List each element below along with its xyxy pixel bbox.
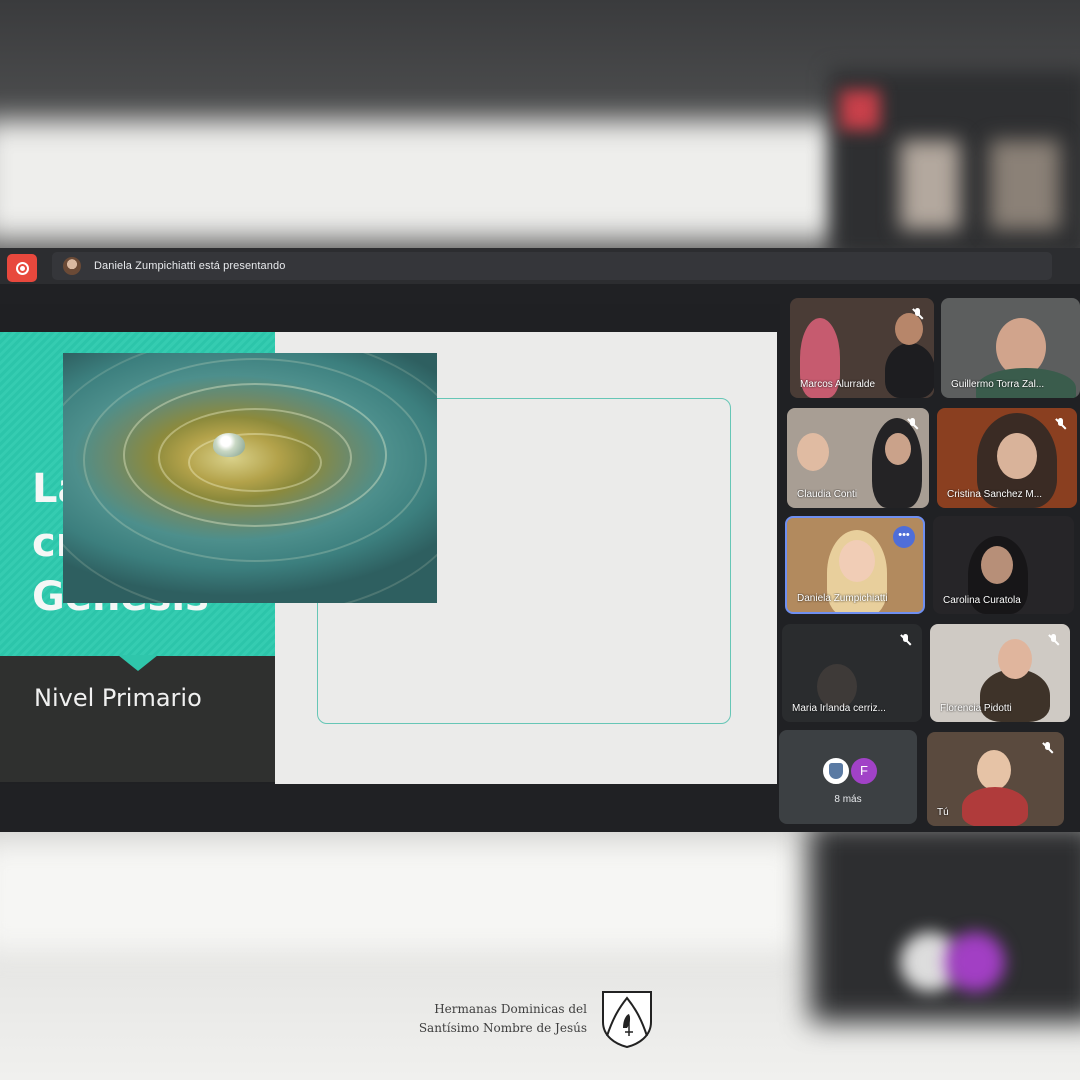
mic-off-icon	[912, 308, 924, 320]
more-participants-label: 8 más	[834, 794, 862, 805]
participant-tile[interactable]: Carolina Curatola	[933, 516, 1074, 614]
participant-name: Claudia Conti	[797, 489, 858, 500]
participant-name: Daniela Zumpichiatti	[797, 593, 888, 604]
participant-tile-active-speaker[interactable]: ••• Daniela Zumpichiatti	[785, 516, 925, 614]
participant-tile[interactable]: Marcos Alurralde	[790, 298, 934, 398]
participant-tile-self[interactable]: Tú	[927, 732, 1064, 826]
participant-tile[interactable]: Claudia Conti	[787, 408, 929, 508]
brand-watermark: Hermanas Dominicas del Santísimo Nombre …	[419, 988, 665, 1058]
record-button[interactable]	[7, 254, 37, 282]
mic-off-icon	[907, 418, 919, 430]
mic-off-icon	[1055, 418, 1067, 430]
participant-name: Maria Irlanda cerriz...	[792, 703, 886, 714]
participant-avatar-letter: F	[849, 756, 879, 786]
slide-notch	[118, 655, 158, 671]
mic-off-icon	[900, 634, 912, 646]
participant-name: Tú	[937, 807, 949, 818]
presenting-banner: Daniela Zumpichiatti está presentando	[52, 252, 1052, 280]
brand-shield-icon	[602, 991, 652, 1048]
water-droplet	[213, 433, 245, 457]
blurred-background-top	[0, 0, 1080, 248]
participant-name: Carolina Curatola	[943, 595, 1021, 606]
participant-tile[interactable]: Florencia Pidotti	[930, 624, 1070, 722]
more-participants-tile[interactable]: F 8 más	[779, 730, 917, 824]
presenter-avatar	[63, 257, 81, 275]
record-icon	[15, 261, 29, 275]
participant-tile[interactable]: Guillermo Torra Zal...	[941, 298, 1080, 398]
brand-name-line-1: Hermanas Dominicas del	[434, 1002, 587, 1016]
participant-name: Guillermo Torra Zal...	[951, 379, 1045, 390]
brand-name: Hermanas Dominicas del Santísimo Nombre …	[419, 1000, 587, 1038]
participant-name: Marcos Alurralde	[800, 379, 876, 390]
water-drop-image	[63, 353, 437, 603]
participant-name: Cristina Sanchez M...	[947, 489, 1043, 500]
participant-tile[interactable]: Maria Irlanda cerriz...	[782, 624, 922, 722]
mic-off-icon	[1042, 742, 1054, 754]
meeting-screen: Daniela Zumpichiatti está presentando La…	[0, 248, 1080, 832]
participant-avatar-crest	[821, 756, 851, 786]
presenting-text: Daniela Zumpichiatti está presentando	[94, 260, 286, 272]
brand-name-line-2: Santísimo Nombre de Jesús	[418, 1021, 587, 1035]
mic-off-icon	[1048, 634, 1060, 646]
participant-tile[interactable]: Cristina Sanchez M...	[937, 408, 1077, 508]
meeting-top-bar: Daniela Zumpichiatti está presentando	[0, 248, 1080, 284]
participant-name: Florencia Pidotti	[940, 703, 1012, 714]
slide-subtitle: Nivel Primario	[34, 684, 202, 712]
more-options-button[interactable]: •••	[893, 526, 915, 548]
